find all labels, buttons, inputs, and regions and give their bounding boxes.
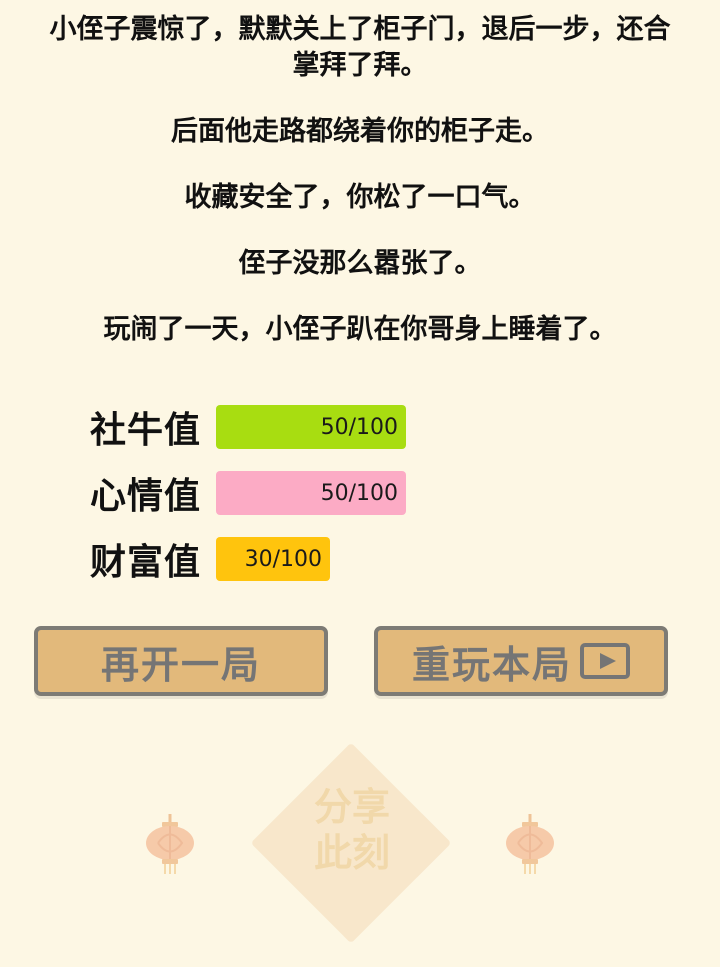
share-label[interactable]: 分享 此刻 bbox=[282, 784, 422, 876]
lantern-icon bbox=[506, 814, 554, 874]
story-text: 小侄子震惊了，默默关上了柜子门，退后一步，还合掌拜了拜。 后面他走路都绕着你的柜… bbox=[0, 12, 720, 378]
story-line: 侄子没那么嚣张了。 bbox=[238, 248, 482, 279]
replay-label: 重玩本局 bbox=[411, 642, 572, 687]
stats-panel: 社牛值 50/100 心情值 50/100 财富值 30/100 bbox=[90, 402, 406, 600]
story-line: 后面他走路都绕着你的柜子走。 bbox=[171, 116, 549, 147]
story-line: 小侄子震惊了，默默关上了柜子门，退后一步，还合掌拜了拜。 bbox=[49, 14, 671, 81]
stat-social: 社牛值 50/100 bbox=[90, 402, 406, 452]
stat-bar: 50/100 bbox=[216, 471, 406, 515]
share-line: 分享 bbox=[313, 785, 390, 829]
share-line: 此刻 bbox=[313, 831, 390, 875]
story-line: 玩闹了一天，小侄子趴在你哥身上睡着了。 bbox=[103, 314, 617, 345]
stat-value: 50/100 bbox=[320, 480, 398, 506]
stat-label: 心情值 bbox=[90, 476, 202, 517]
new-game-button[interactable]: 再开一局 bbox=[34, 626, 328, 696]
story-line: 收藏安全了，你松了一口气。 bbox=[184, 182, 536, 213]
stat-mood: 心情值 50/100 bbox=[90, 468, 406, 518]
stat-bar: 30/100 bbox=[216, 537, 330, 581]
stat-wealth: 财富值 30/100 bbox=[90, 534, 406, 584]
play-icon bbox=[580, 643, 630, 679]
new-game-label: 再开一局 bbox=[100, 642, 261, 687]
stat-value: 50/100 bbox=[320, 414, 398, 440]
stat-value: 30/100 bbox=[244, 546, 322, 572]
stat-label: 社牛值 bbox=[90, 410, 202, 451]
stat-bar: 50/100 bbox=[216, 405, 406, 449]
replay-button[interactable]: 重玩本局 bbox=[374, 626, 668, 696]
stat-label: 财富值 bbox=[90, 542, 202, 583]
lantern-icon bbox=[146, 814, 194, 874]
